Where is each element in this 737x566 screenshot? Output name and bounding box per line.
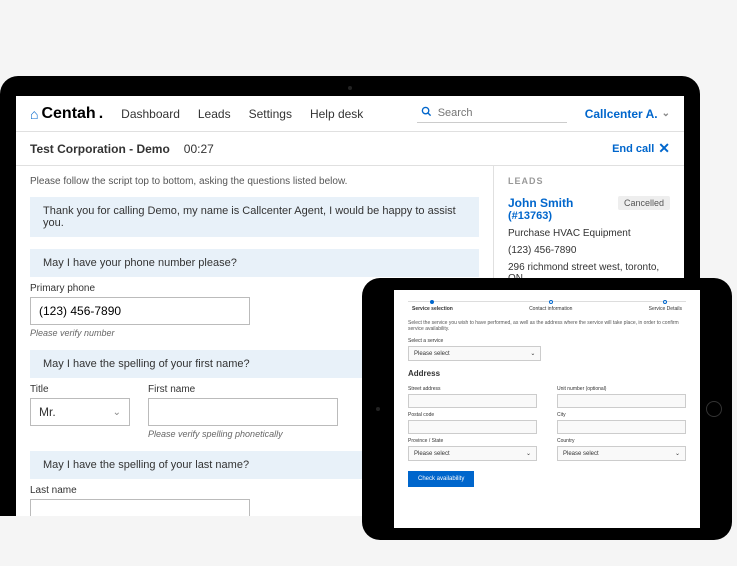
- tablet-description: Select the service you wish to have perf…: [408, 320, 686, 332]
- province-select[interactable]: Please select ⌄: [408, 446, 537, 461]
- province-value: Please select: [414, 451, 450, 457]
- call-bar: Test Corporation - Demo 00:27 End call ✕: [16, 132, 684, 166]
- tablet-home-button[interactable]: [706, 401, 722, 417]
- address-row-2: Postal code City: [408, 408, 686, 434]
- script-greeting: Thank you for calling Demo, my name is C…: [30, 197, 479, 237]
- unit-col: Unit number (optional): [557, 382, 686, 408]
- call-timer: 00:27: [184, 142, 214, 156]
- chevron-down-icon: ⌄: [675, 450, 680, 457]
- verify-spelling-hint-1: Please verify spelling phonetically: [148, 429, 338, 439]
- search-box[interactable]: [417, 104, 567, 123]
- firstname-input[interactable]: [148, 398, 338, 426]
- lead-phone: (123) 456-7890: [508, 245, 670, 256]
- city-col: City: [557, 408, 686, 434]
- province-col: Province / State Please select ⌄: [408, 434, 537, 461]
- nav-dashboard[interactable]: Dashboard: [121, 107, 180, 121]
- tablet-device: Service selection Contact information Se…: [362, 278, 732, 540]
- unit-label: Unit number (optional): [557, 386, 686, 392]
- nav-helpdesk[interactable]: Help desk: [310, 107, 363, 121]
- country-select[interactable]: Please select ⌄: [557, 446, 686, 461]
- header: ⌂ Centah. Dashboard Leads Settings Help …: [16, 96, 684, 132]
- nav-settings[interactable]: Settings: [249, 107, 292, 121]
- user-name: Callcenter A.: [585, 107, 658, 121]
- search-input[interactable]: [438, 107, 563, 119]
- brand-dot: .: [99, 105, 103, 123]
- step-contact[interactable]: Contact information: [525, 300, 576, 312]
- country-value: Please select: [563, 451, 599, 457]
- tablet-screen: Service selection Contact information Se…: [394, 290, 700, 528]
- lastname-input[interactable]: [30, 499, 250, 516]
- lead-service: Purchase HVAC Equipment: [508, 228, 670, 239]
- breadcrumb: Test Corporation - Demo: [30, 142, 170, 156]
- step-2-label: Contact information: [529, 306, 572, 312]
- leads-heading: LEADS: [508, 176, 670, 186]
- step-1-label: Service selection: [412, 306, 453, 312]
- nav-leads[interactable]: Leads: [198, 107, 231, 121]
- firstname-label: First name: [148, 384, 338, 395]
- select-service-label: Select a service: [408, 338, 686, 344]
- check-availability-button[interactable]: Check availability: [408, 471, 474, 487]
- lead-id: (#13763): [508, 210, 670, 222]
- lead-card[interactable]: Cancelled John Smith (#13763) Purchase H…: [508, 196, 670, 284]
- step-3-label: Service Details: [649, 306, 682, 312]
- province-label: Province / State: [408, 438, 537, 444]
- postal-col: Postal code: [408, 408, 537, 434]
- country-label: Country: [557, 438, 686, 444]
- close-icon: ✕: [658, 140, 670, 157]
- title-label: Title: [30, 384, 130, 395]
- title-select[interactable]: Mr. ⌄: [30, 398, 130, 426]
- address-row-1: Street address Unit number (optional): [408, 382, 686, 408]
- street-input[interactable]: [408, 394, 537, 408]
- address-row-3: Province / State Please select ⌄ Country…: [408, 434, 686, 461]
- primary-phone-input[interactable]: [30, 297, 250, 325]
- country-col: Country Please select ⌄: [557, 434, 686, 461]
- service-select[interactable]: Please select ⌄: [408, 346, 541, 361]
- unit-input[interactable]: [557, 394, 686, 408]
- logo[interactable]: ⌂ Centah.: [30, 105, 103, 123]
- step-service[interactable]: Service selection: [408, 300, 457, 312]
- postal-input[interactable]: [408, 420, 537, 434]
- brand-name: Centah: [41, 105, 95, 123]
- step-details[interactable]: Service Details: [645, 300, 686, 312]
- step-dot-icon: [549, 300, 553, 304]
- chevron-down-icon: ⌄: [530, 350, 535, 357]
- instruction-text: Please follow the script top to bottom, …: [30, 176, 479, 187]
- tablet-camera: [376, 407, 380, 411]
- title-col: Title Mr. ⌄: [30, 378, 130, 439]
- lead-status-badge: Cancelled: [618, 196, 670, 210]
- stepper: Service selection Contact information Se…: [408, 300, 686, 312]
- street-label: Street address: [408, 386, 537, 392]
- search-icon: [421, 106, 432, 120]
- step-dot-icon: [430, 300, 434, 304]
- laptop-camera: [348, 86, 352, 90]
- end-call-label: End call: [612, 143, 654, 155]
- chevron-down-icon: ⌄: [526, 450, 531, 457]
- chevron-down-icon: ⌄: [662, 108, 670, 119]
- chevron-down-icon: ⌄: [113, 407, 121, 418]
- city-input[interactable]: [557, 420, 686, 434]
- house-icon: ⌂: [30, 106, 38, 122]
- step-dot-icon: [663, 300, 667, 304]
- greeting-block: Thank you for calling Demo, my name is C…: [30, 197, 479, 237]
- street-col: Street address: [408, 382, 537, 408]
- city-label: City: [557, 412, 686, 418]
- service-select-value: Please select: [414, 351, 450, 357]
- end-call-button[interactable]: End call ✕: [612, 140, 670, 157]
- user-menu[interactable]: Callcenter A. ⌄: [585, 107, 670, 121]
- firstname-col: First name Please verify spelling phonet…: [148, 378, 338, 439]
- address-section-title: Address: [408, 369, 686, 378]
- title-value: Mr.: [39, 405, 56, 419]
- script-phone: May I have your phone number please?: [30, 249, 479, 277]
- postal-label: Postal code: [408, 412, 537, 418]
